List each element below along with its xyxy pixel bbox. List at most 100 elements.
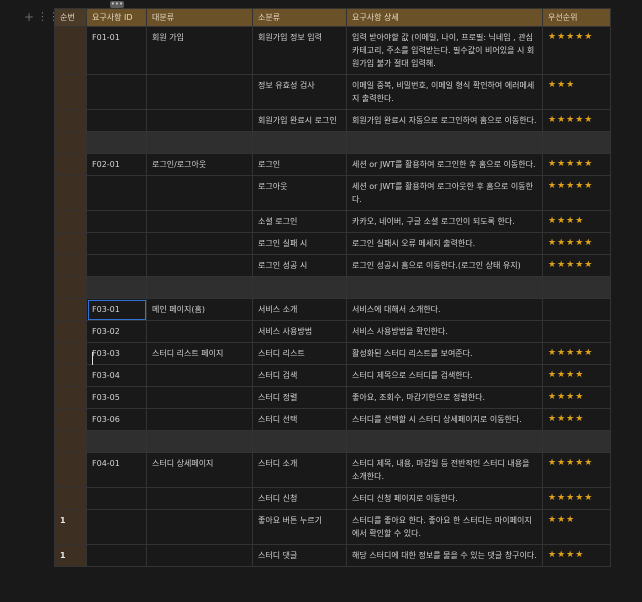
cell-seq[interactable] xyxy=(54,109,87,132)
cell-detail[interactable]: 이메일 중복, 비밀번호, 이메일 형식 확인하여 에러메세지 출력한다. xyxy=(346,74,543,110)
cell-detail[interactable]: 좋아요, 조회수, 마감기한으로 정렬한다. xyxy=(346,386,543,409)
header-req-id[interactable]: 요구사항 ID xyxy=(86,8,147,27)
cell-req-id[interactable] xyxy=(86,109,147,132)
cell-priority[interactable]: ★★★★★ xyxy=(542,26,611,75)
cell-detail[interactable]: 세션 or JWT를 활용하여 로그아웃한 후 홈으로 이동한다. xyxy=(346,175,543,211)
cell-minor[interactable]: 소셜 로그인 xyxy=(252,210,347,233)
cell-req-id[interactable] xyxy=(86,175,147,211)
separator-cell[interactable] xyxy=(86,131,147,154)
cell-minor[interactable]: 회원가입 정보 입력 xyxy=(252,26,347,75)
cell-req-id[interactable] xyxy=(86,232,147,255)
cell-priority[interactable]: ★★★★ xyxy=(542,364,611,387)
cell-seq[interactable] xyxy=(54,26,87,75)
cell-req-id[interactable]: F02-01 xyxy=(86,153,147,176)
cell-priority[interactable]: ★★★★ xyxy=(542,544,611,567)
cell-seq[interactable] xyxy=(54,175,87,211)
cell-major[interactable] xyxy=(146,232,253,255)
cell-seq[interactable]: 1 xyxy=(54,544,87,567)
cell-seq[interactable] xyxy=(54,364,87,387)
cell-major[interactable]: 스터디 리스트 페이지 xyxy=(146,342,253,365)
cell-seq[interactable] xyxy=(54,408,87,431)
cell-detail[interactable]: 스터디를 좋아요 한다. 좋아요 한 스터디는 마이페이지에서 확인할 수 있다… xyxy=(346,509,543,545)
cell-major[interactable] xyxy=(146,544,253,567)
cell-major[interactable]: 메인 페이지(홈) xyxy=(146,298,253,321)
cell-major[interactable] xyxy=(146,109,253,132)
cell-priority[interactable]: ★★★ xyxy=(542,509,611,545)
header-priority[interactable]: 우선순위 xyxy=(542,8,611,27)
cell-detail[interactable]: 서비스에 대해서 소개한다. xyxy=(346,298,543,321)
cell-seq[interactable] xyxy=(54,153,87,176)
cell-minor[interactable]: 로그아웃 xyxy=(252,175,347,211)
column-handle[interactable]: ••• xyxy=(110,1,124,8)
cell-major[interactable] xyxy=(146,210,253,233)
cell-detail[interactable]: 입력 받아야할 값 (이메일, 나이, 프로필: 닉네임 , 관심 카테고리, … xyxy=(346,26,543,75)
cell-req-id[interactable] xyxy=(86,544,147,567)
header-seq[interactable]: 순번 xyxy=(54,8,87,27)
cell-priority[interactable]: ★★★★★ xyxy=(542,153,611,176)
cell-priority[interactable]: ★★★★★ xyxy=(542,109,611,132)
cell-req-id[interactable]: F03-01 xyxy=(86,298,147,321)
cell-major[interactable] xyxy=(146,364,253,387)
cell-detail[interactable]: 서비스 사용방법을 확인한다. xyxy=(346,320,543,343)
cell-req-id[interactable] xyxy=(86,74,147,110)
cell-req-id[interactable] xyxy=(86,509,147,545)
cell-req-id[interactable] xyxy=(86,254,147,277)
cell-seq[interactable] xyxy=(54,487,87,510)
header-major[interactable]: 대분류 xyxy=(146,8,253,27)
cell-minor[interactable]: 로그인 실패 시 xyxy=(252,232,347,255)
cell-minor[interactable]: 스터디 정렬 xyxy=(252,386,347,409)
cell-detail[interactable]: 해당 스터디에 대한 정보를 물을 수 있는 댓글 창구이다. xyxy=(346,544,543,567)
cell-detail[interactable]: 세션 or JWT를 활용하여 로그인한 후 홈으로 이동한다. xyxy=(346,153,543,176)
cell-major[interactable] xyxy=(146,408,253,431)
cell-priority[interactable]: ★★★★ xyxy=(542,386,611,409)
cell-priority[interactable]: ★★★★★ xyxy=(542,452,611,488)
cell-priority[interactable]: ★★★★★ xyxy=(542,232,611,255)
separator-cell[interactable] xyxy=(146,430,253,453)
cell-priority[interactable]: ★★★★★ xyxy=(542,254,611,277)
separator-cell[interactable] xyxy=(346,131,543,154)
cell-priority[interactable] xyxy=(542,320,611,343)
separator-cell[interactable] xyxy=(542,276,611,299)
cell-major[interactable] xyxy=(146,320,253,343)
cell-major[interactable] xyxy=(146,74,253,110)
separator-cell[interactable] xyxy=(252,276,347,299)
cell-minor[interactable]: 스터디 댓글 xyxy=(252,544,347,567)
separator-cell[interactable] xyxy=(86,430,147,453)
cell-major[interactable] xyxy=(146,386,253,409)
cell-req-id[interactable]: F03-02 xyxy=(86,320,147,343)
cell-minor[interactable]: 스터디 리스트 xyxy=(252,342,347,365)
cell-priority[interactable] xyxy=(542,298,611,321)
cell-minor[interactable]: 서비스 사용방법 xyxy=(252,320,347,343)
separator-cell[interactable] xyxy=(542,131,611,154)
separator-cell[interactable] xyxy=(54,276,87,299)
cell-priority[interactable]: ★★★★★ xyxy=(542,175,611,211)
cell-seq[interactable] xyxy=(54,254,87,277)
cell-priority[interactable]: ★★★★ xyxy=(542,408,611,431)
cell-seq[interactable] xyxy=(54,232,87,255)
cell-detail[interactable]: 스터디 신청 페이지로 이동한다. xyxy=(346,487,543,510)
cell-minor[interactable]: 로그인 xyxy=(252,153,347,176)
cell-req-id[interactable]: F03-06 xyxy=(86,408,147,431)
cell-minor[interactable]: 좋아요 버튼 누르기 xyxy=(252,509,347,545)
header-detail[interactable]: 요구사항 상세 xyxy=(346,8,543,27)
cell-seq[interactable] xyxy=(54,386,87,409)
cell-req-id[interactable]: F03-04 xyxy=(86,364,147,387)
cell-priority[interactable]: ★★★★★ xyxy=(542,487,611,510)
cell-detail[interactable]: 활성화된 스터디 리스트를 보여준다. xyxy=(346,342,543,365)
cell-detail[interactable]: 스터디 제목, 내용, 마감일 등 전반적인 스터디 내용을 소개한다. xyxy=(346,452,543,488)
cell-major[interactable]: 회원 가입 xyxy=(146,26,253,75)
separator-cell[interactable] xyxy=(146,131,253,154)
cell-major[interactable] xyxy=(146,254,253,277)
cell-req-id[interactable] xyxy=(86,210,147,233)
separator-cell[interactable] xyxy=(542,430,611,453)
cell-seq[interactable] xyxy=(54,298,87,321)
separator-cell[interactable] xyxy=(252,430,347,453)
add-row-icon[interactable]: + xyxy=(24,11,34,23)
cell-minor[interactable]: 스터디 소개 xyxy=(252,452,347,488)
cell-minor[interactable]: 스터디 선택 xyxy=(252,408,347,431)
cell-priority[interactable]: ★★★★ xyxy=(542,210,611,233)
cell-minor[interactable]: 서비스 소개 xyxy=(252,298,347,321)
cell-major[interactable] xyxy=(146,175,253,211)
cell-req-id[interactable]: F04-01 xyxy=(86,452,147,488)
cell-seq[interactable] xyxy=(54,320,87,343)
